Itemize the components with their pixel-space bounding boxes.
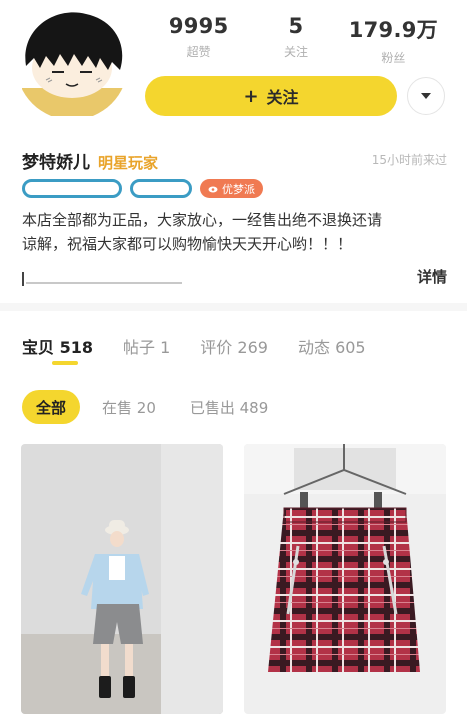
tab-items[interactable]: 宝贝 518 xyxy=(22,334,93,358)
filter-all[interactable]: 全部 xyxy=(22,390,81,424)
filter-sold[interactable]: 已售出 489 xyxy=(178,390,280,424)
tab-count: 605 xyxy=(335,338,366,357)
stat-fans[interactable]: 179.9万 粉丝 xyxy=(345,14,442,66)
tab-activity[interactable]: 动态 605 xyxy=(298,334,366,358)
weibo-badge[interactable]: 优梦派 xyxy=(200,179,263,198)
stat-likes-value: 9995 xyxy=(168,14,229,38)
follow-button[interactable]: + 关注 xyxy=(145,76,397,116)
stat-likes-label: 超赞 xyxy=(186,45,211,59)
filter-bar: 全部 在售 20 已售出 489 xyxy=(22,390,280,424)
tab-count: 1 xyxy=(160,338,171,357)
tab-count: 269 xyxy=(237,338,268,357)
name-row: 梦特娇儿 明星玩家 xyxy=(22,148,158,173)
shop-name: 梦特娇儿 xyxy=(22,153,90,173)
active-tab-indicator xyxy=(52,361,78,365)
tag-pill-redacted xyxy=(22,179,122,198)
shop-level: 明星玩家 xyxy=(98,154,159,172)
product-photo-skirt xyxy=(244,444,446,714)
filter-on-sale[interactable]: 在售 20 xyxy=(90,390,168,424)
tab-count: 518 xyxy=(59,338,93,357)
tab-label: 动态 xyxy=(297,338,330,357)
section-divider xyxy=(0,303,467,311)
plus-icon: + xyxy=(243,85,259,107)
stat-likes[interactable]: 9995 超赞 xyxy=(150,14,247,66)
details-link[interactable]: 详情 xyxy=(417,266,447,287)
tag-row: 优梦派 xyxy=(22,179,263,198)
weibo-icon xyxy=(208,186,218,193)
product-photo-outfit xyxy=(21,444,223,714)
weibo-badge-label: 优梦派 xyxy=(222,182,255,196)
avatar[interactable] xyxy=(16,8,128,120)
tab-reviews[interactable]: 评价 269 xyxy=(200,334,268,358)
tab-label: 评价 xyxy=(200,338,233,357)
stat-fans-value: 179.9万 xyxy=(348,18,438,42)
caret-down-icon xyxy=(421,93,431,99)
stat-following-label: 关注 xyxy=(283,45,308,59)
tab-label: 宝贝 xyxy=(22,338,55,357)
stat-following-value: 5 xyxy=(288,14,304,38)
follow-button-label: 关注 xyxy=(266,88,299,107)
stat-following[interactable]: 5 关注 xyxy=(247,14,344,66)
shop-description: 本店全部都为正品，大家放心，一经售出绝不退换还请 谅解，祝福大家都可以购物愉快天… xyxy=(22,208,442,256)
tab-bar: 宝贝 518 帖子 1 评价 269 动态 605 xyxy=(22,334,366,358)
product-card-outfit[interactable] xyxy=(21,444,223,714)
tab-posts[interactable]: 帖子 1 xyxy=(123,334,170,358)
tag-pill-redacted xyxy=(130,179,192,198)
tab-label: 帖子 xyxy=(123,338,156,357)
redacted-link[interactable] xyxy=(22,270,182,286)
stats-row: 9995 超赞 5 关注 179.9万 粉丝 xyxy=(150,14,442,66)
description-line: 本店全部都为正品，大家放心，一经售出绝不退换还请 xyxy=(22,211,383,229)
stat-fans-label: 粉丝 xyxy=(381,51,406,65)
product-card-skirt[interactable] xyxy=(244,444,446,714)
last-active: 15小时前来过 xyxy=(371,153,447,167)
more-button[interactable] xyxy=(407,77,445,115)
description-line: 谅解，祝福大家都可以购物愉快天天开心哟！！！ xyxy=(22,235,353,253)
